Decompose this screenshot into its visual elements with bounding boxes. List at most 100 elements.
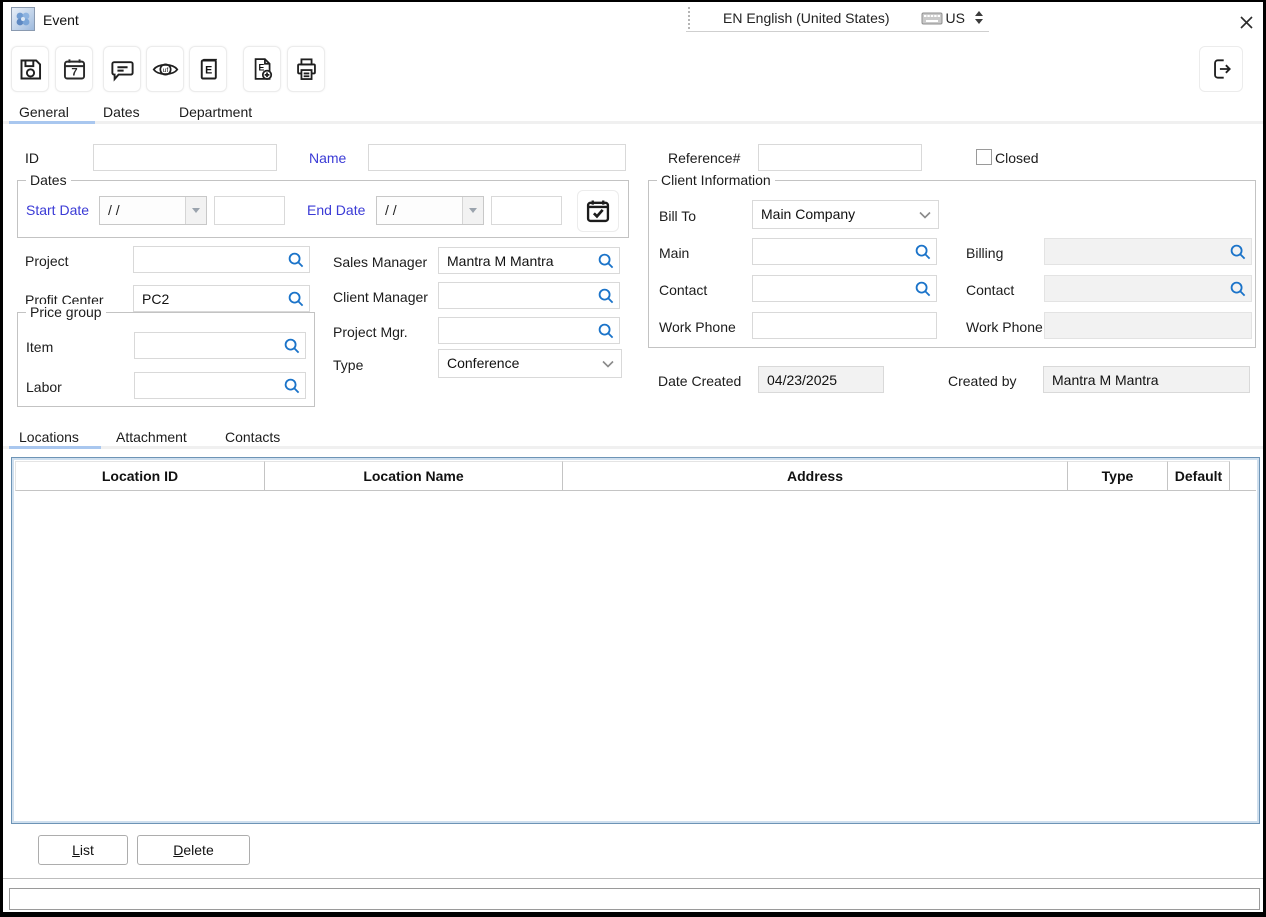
name-label: Name bbox=[309, 150, 346, 166]
closed-label: Closed bbox=[995, 150, 1039, 166]
profit-center-input[interactable]: PC2 bbox=[133, 285, 310, 312]
print-button[interactable] bbox=[287, 46, 325, 92]
main-company-input[interactable] bbox=[752, 238, 937, 265]
type-value: Conference bbox=[447, 355, 519, 371]
keyboard-layout-label[interactable]: US bbox=[946, 10, 965, 26]
close-icon bbox=[1239, 15, 1254, 30]
search-icon[interactable] bbox=[598, 323, 614, 339]
start-date-dropdown-icon[interactable] bbox=[185, 197, 206, 224]
view-userfields-button[interactable]: uf bbox=[146, 46, 184, 92]
client-manager-input[interactable] bbox=[438, 282, 620, 309]
delete-button[interactable]: Delete bbox=[137, 835, 250, 865]
closed-checkbox[interactable] bbox=[976, 149, 992, 165]
date-created-label: Date Created bbox=[658, 373, 741, 389]
main-contact-input[interactable] bbox=[752, 275, 937, 302]
bill-to-label: Bill To bbox=[659, 208, 696, 224]
date-created-field: 04/23/2025 bbox=[758, 366, 884, 393]
item-input[interactable] bbox=[134, 332, 306, 359]
tab-contacts[interactable]: Contacts bbox=[225, 429, 280, 445]
event-document-button[interactable]: E bbox=[189, 46, 227, 92]
id-input[interactable] bbox=[93, 144, 277, 171]
column-header-address[interactable]: Address bbox=[563, 461, 1068, 491]
date-created-value: 04/23/2025 bbox=[767, 372, 837, 388]
sales-manager-input[interactable]: Mantra M Mantra bbox=[438, 247, 620, 274]
search-icon[interactable] bbox=[915, 281, 931, 297]
language-label[interactable]: EN English (United States) bbox=[692, 10, 921, 26]
apply-dates-button[interactable] bbox=[577, 190, 619, 232]
new-event-button[interactable]: E bbox=[243, 46, 281, 92]
client-information-legend: Client Information bbox=[657, 172, 775, 188]
search-icon[interactable] bbox=[598, 253, 614, 269]
tab-locations[interactable]: Locations bbox=[19, 429, 79, 445]
language-bar[interactable]: EN English (United States) US bbox=[686, 4, 989, 32]
langbar-options-icon[interactable] bbox=[975, 11, 983, 24]
search-icon[interactable] bbox=[915, 244, 931, 260]
end-date-dropdown-icon[interactable] bbox=[462, 197, 483, 224]
locations-table-header: Location ID Location Name Address Type D… bbox=[15, 461, 1256, 491]
status-bar bbox=[9, 888, 1260, 910]
chevron-down-icon bbox=[602, 360, 614, 368]
svg-text:uf: uf bbox=[162, 66, 168, 73]
search-icon[interactable] bbox=[288, 252, 304, 268]
bill-to-select[interactable]: Main Company bbox=[752, 200, 939, 229]
chevron-down-icon bbox=[919, 211, 931, 219]
calendar-button[interactable]: 7 bbox=[55, 46, 93, 92]
save-button[interactable] bbox=[11, 46, 49, 92]
reference-input[interactable] bbox=[758, 144, 922, 171]
dates-groupbox: Dates Start Date / / End Date / / bbox=[17, 180, 629, 238]
column-header-filler bbox=[1230, 461, 1256, 491]
start-time-input[interactable] bbox=[214, 196, 285, 225]
billing-work-phone-input[interactable] bbox=[1044, 312, 1252, 339]
start-date-label: Start Date bbox=[26, 202, 89, 218]
app-icon bbox=[11, 7, 35, 31]
app-icon-glyph bbox=[14, 10, 32, 28]
end-time-input[interactable] bbox=[491, 196, 562, 225]
column-header-location-id[interactable]: Location ID bbox=[15, 461, 265, 491]
tab-general[interactable]: General bbox=[19, 104, 69, 120]
start-date-value: / / bbox=[108, 202, 120, 218]
id-label: ID bbox=[25, 150, 39, 166]
search-icon[interactable] bbox=[284, 378, 300, 394]
column-header-location-name[interactable]: Location Name bbox=[265, 461, 563, 491]
billing-label: Billing bbox=[966, 245, 1003, 261]
created-by-field: Mantra M Mantra bbox=[1043, 366, 1250, 393]
locations-table-body[interactable] bbox=[15, 491, 1256, 820]
dates-group-legend: Dates bbox=[26, 172, 71, 188]
main-label: Main bbox=[659, 245, 689, 261]
tab-department[interactable]: Department bbox=[179, 104, 252, 120]
start-date-combo[interactable]: / / bbox=[99, 196, 207, 225]
sign-out-icon bbox=[1208, 56, 1234, 82]
billing-company-input[interactable] bbox=[1044, 238, 1252, 265]
locations-table[interactable]: Location ID Location Name Address Type D… bbox=[11, 457, 1260, 824]
column-header-type[interactable]: Type bbox=[1068, 461, 1168, 491]
main-work-phone-input[interactable] bbox=[752, 312, 937, 339]
labor-input[interactable] bbox=[134, 372, 306, 399]
end-date-combo[interactable]: / / bbox=[376, 196, 484, 225]
search-icon[interactable] bbox=[288, 291, 304, 307]
column-header-default[interactable]: Default bbox=[1168, 461, 1230, 491]
billing-contact-input[interactable] bbox=[1044, 275, 1252, 302]
contact-left-label: Contact bbox=[659, 282, 707, 298]
close-button[interactable] bbox=[1233, 10, 1259, 34]
tab-dates[interactable]: Dates bbox=[103, 104, 140, 120]
comment-button[interactable] bbox=[103, 46, 141, 92]
search-icon[interactable] bbox=[1230, 244, 1246, 260]
list-button[interactable]: List bbox=[38, 835, 128, 865]
name-input[interactable] bbox=[368, 144, 626, 171]
lower-tab-strip-baseline bbox=[3, 446, 1263, 449]
project-input[interactable] bbox=[133, 246, 310, 273]
search-icon[interactable] bbox=[284, 338, 300, 354]
search-icon[interactable] bbox=[1230, 281, 1246, 297]
sign-out-button[interactable] bbox=[1199, 46, 1243, 92]
tab-attachment[interactable]: Attachment bbox=[116, 429, 187, 445]
comment-icon bbox=[109, 56, 136, 83]
search-icon[interactable] bbox=[598, 288, 614, 304]
view-userfields-icon: uf bbox=[151, 56, 180, 83]
type-select[interactable]: Conference bbox=[438, 349, 622, 378]
bill-to-value: Main Company bbox=[761, 206, 855, 222]
event-document-icon: E bbox=[195, 56, 222, 83]
project-mgr-input[interactable] bbox=[438, 317, 620, 344]
labor-label: Labor bbox=[26, 379, 62, 395]
price-groupbox: Price group Item Labor bbox=[17, 312, 315, 407]
project-label: Project bbox=[25, 253, 69, 269]
